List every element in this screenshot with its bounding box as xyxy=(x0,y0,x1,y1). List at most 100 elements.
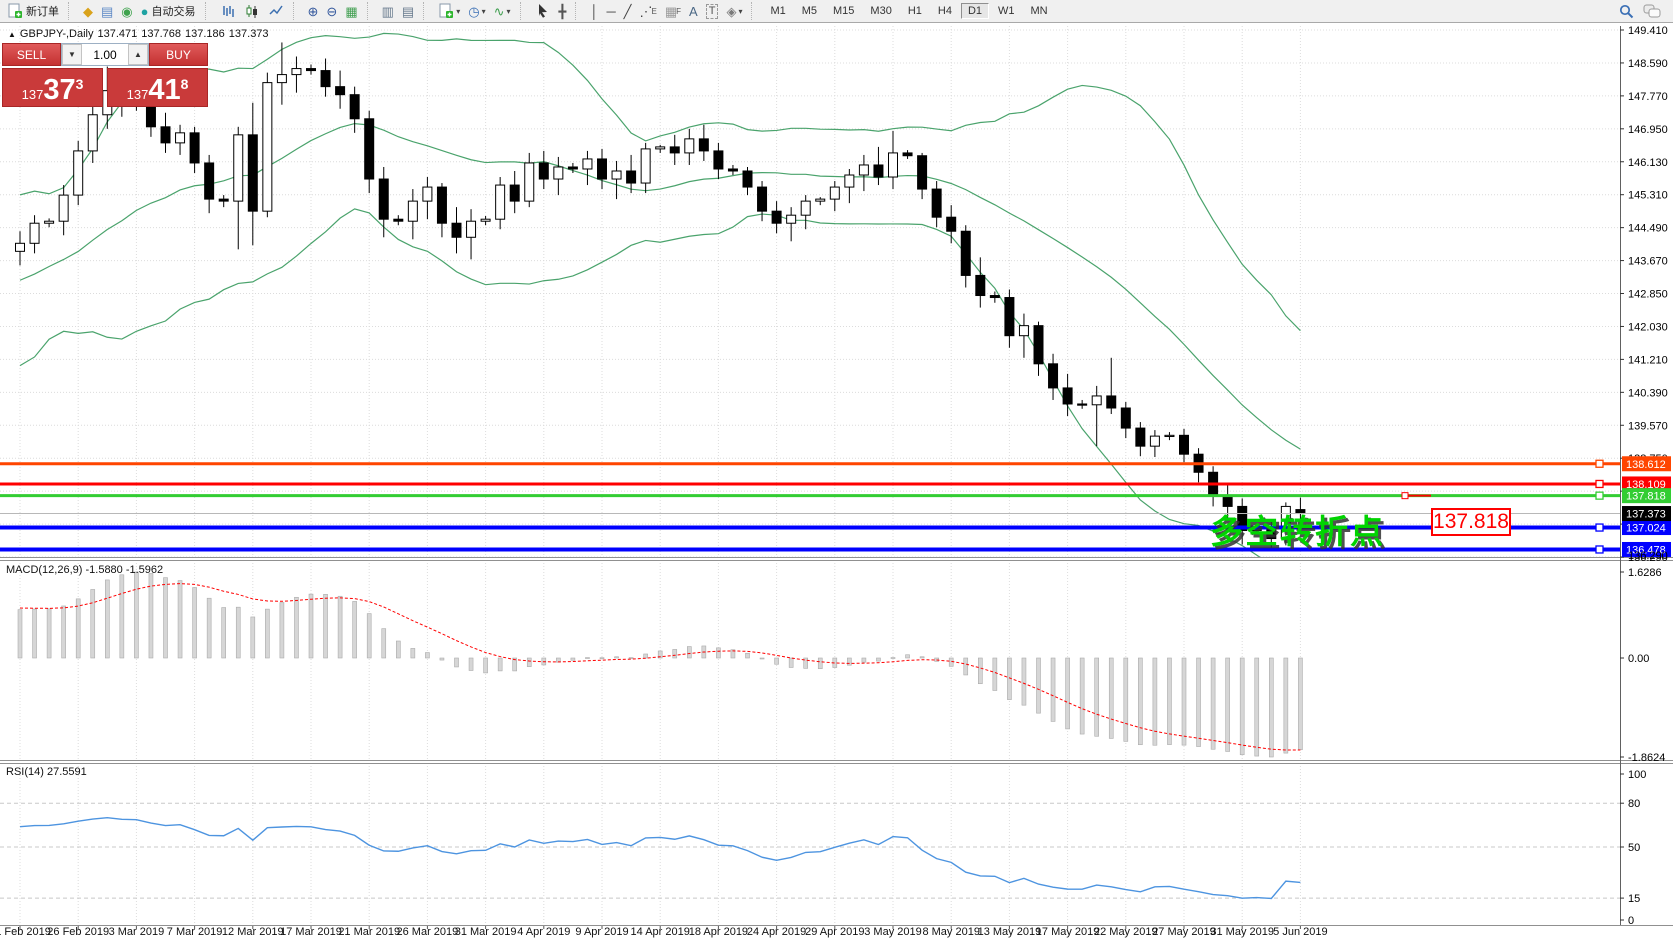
collapse-panel-icon[interactable]: ▲ xyxy=(8,30,16,39)
svg-text:31 May 2019: 31 May 2019 xyxy=(1210,926,1274,938)
timeframe-m30[interactable]: M30 xyxy=(863,3,898,19)
svg-text:142.850: 142.850 xyxy=(1628,289,1668,301)
svg-text:18 Apr 2019: 18 Apr 2019 xyxy=(689,926,748,938)
buy-button[interactable]: BUY xyxy=(149,43,208,66)
svg-text:29 Apr 2019: 29 Apr 2019 xyxy=(805,926,864,938)
svg-text:26 Mar 2019: 26 Mar 2019 xyxy=(397,926,459,938)
svg-text:137.024: 137.024 xyxy=(1626,523,1666,535)
mt4-window: 新订单◆▤◉●自动交易⊕⊖▦▥▤▾◷▾∿▾╋│─╱⋰E▦FAT◈▾M1M5M15… xyxy=(0,0,1673,945)
svg-text:144.490: 144.490 xyxy=(1628,223,1668,235)
svg-text:17 Mar 2019: 17 Mar 2019 xyxy=(280,926,342,938)
toolbar: 新订单◆▤◉●自动交易⊕⊖▦▥▤▾◷▾∿▾╋│─╱⋰E▦FAT◈▾M1M5M15… xyxy=(0,0,1673,23)
charts-basket-icon[interactable]: ◆ xyxy=(79,0,97,22)
fibonacci-tool[interactable]: ⋰E xyxy=(636,0,661,22)
toolbar-separator xyxy=(68,2,74,20)
new-chart-dropdown[interactable]: ▾ xyxy=(434,0,464,22)
new-order-button[interactable]: 新订单 xyxy=(3,0,63,22)
signals-icon[interactable]: ◉ xyxy=(117,0,136,22)
crosshair-tool[interactable]: ╋ xyxy=(555,0,571,22)
svg-text:3 May 2019: 3 May 2019 xyxy=(864,926,921,938)
toolbar-group: 新订单 xyxy=(0,0,66,22)
price-callout-object[interactable]: 137.818 xyxy=(1431,508,1511,536)
svg-text:27 May 2019: 27 May 2019 xyxy=(1152,926,1216,938)
svg-text:80: 80 xyxy=(1628,798,1640,810)
toolbar-separator xyxy=(367,2,373,20)
grid-tool[interactable]: ▦F xyxy=(661,0,685,22)
svg-text:1.6286: 1.6286 xyxy=(1628,567,1662,579)
indicators-dropdown[interactable]: ∿▾ xyxy=(490,0,515,22)
cursor-tool[interactable] xyxy=(531,0,555,22)
timeframe-m5[interactable]: M5 xyxy=(795,3,824,19)
toolbar-separator xyxy=(520,2,526,20)
svg-text:9 Apr 2019: 9 Apr 2019 xyxy=(575,926,628,938)
svg-text:31 Mar 2019: 31 Mar 2019 xyxy=(455,926,517,938)
hline-tool[interactable]: ─ xyxy=(602,0,619,22)
svg-text:148.590: 148.590 xyxy=(1628,58,1668,70)
search-icon[interactable] xyxy=(1614,0,1639,22)
trendline-tool[interactable]: ╱ xyxy=(620,0,636,22)
zoom-in-icon[interactable]: ⊕ xyxy=(304,0,323,22)
svg-text:22 May 2019: 22 May 2019 xyxy=(1094,926,1158,938)
text-tool[interactable]: A xyxy=(685,0,702,22)
timeframe-h1[interactable]: H1 xyxy=(901,3,929,19)
svg-text:17 May 2019: 17 May 2019 xyxy=(1036,926,1100,938)
svg-text:137.818: 137.818 xyxy=(1626,491,1666,503)
svg-text:140.390: 140.390 xyxy=(1628,387,1668,399)
sell-price-prefix: 137 xyxy=(22,87,44,102)
sell-button[interactable]: SELL xyxy=(2,43,61,66)
arrange-charts-icon[interactable]: ▥ xyxy=(378,0,398,22)
timeframe-m15[interactable]: M15 xyxy=(826,3,861,19)
candlestick-chart-icon[interactable] xyxy=(240,0,264,22)
svg-text:141.210: 141.210 xyxy=(1628,354,1668,366)
annotation-text-object[interactable]: 多空转折点 xyxy=(1210,505,1385,553)
shapes-dropdown[interactable]: ◈▾ xyxy=(722,0,746,22)
bar-chart-icon[interactable] xyxy=(216,0,240,22)
timeframe-d1[interactable]: D1 xyxy=(961,3,989,19)
svg-text:143.670: 143.670 xyxy=(1628,256,1668,268)
svg-text:21 Mar 2019: 21 Mar 2019 xyxy=(338,926,400,938)
volume-up-button[interactable]: ▲ xyxy=(128,44,148,65)
zoom-out-icon[interactable]: ⊖ xyxy=(322,0,341,22)
profiles-icon[interactable]: ▤ xyxy=(97,0,117,22)
timeframe-m1[interactable]: M1 xyxy=(763,3,792,19)
svg-text:146.950: 146.950 xyxy=(1628,124,1668,136)
svg-text:0.00: 0.00 xyxy=(1628,653,1649,665)
timeframe-w1[interactable]: W1 xyxy=(991,3,1022,19)
tile-windows-icon[interactable]: ▦ xyxy=(341,0,361,22)
svg-text:-1.8624: -1.8624 xyxy=(1628,752,1665,764)
toolbar-group: ╋ xyxy=(528,0,574,22)
toolbar-group: ⊕⊖▦ xyxy=(301,0,365,22)
vline-tool[interactable]: │ xyxy=(586,0,602,22)
svg-text:3 Mar 2019: 3 Mar 2019 xyxy=(109,926,165,938)
price-chart[interactable]: 149.410148.590147.770146.950146.130145.3… xyxy=(0,22,1673,945)
volume-input[interactable] xyxy=(82,44,128,65)
timeframe-mn[interactable]: MN xyxy=(1024,3,1055,19)
svg-text:21 Feb 2019: 21 Feb 2019 xyxy=(0,926,51,938)
volume-down-button[interactable]: ▼ xyxy=(62,44,82,65)
macd-label: MACD(12,26,9) -1.5880 -1.5962 xyxy=(6,564,163,576)
label-tool[interactable]: T xyxy=(702,0,723,22)
svg-text:147.770: 147.770 xyxy=(1628,91,1668,103)
svg-text:13 May 2019: 13 May 2019 xyxy=(978,926,1042,938)
period-dropdown[interactable]: ◷▾ xyxy=(464,0,489,22)
cascade-charts-icon[interactable]: ▤ xyxy=(398,0,418,22)
volume-stepper: ▼ ▲ xyxy=(61,43,149,66)
timeframe-group: M1M5M15M30H1H4D1W1MN xyxy=(759,0,1058,22)
svg-text:145.310: 145.310 xyxy=(1628,190,1668,202)
timeframe-h4[interactable]: H4 xyxy=(931,3,959,19)
svg-text:5 Jun 2019: 5 Jun 2019 xyxy=(1273,926,1327,938)
chart-area[interactable]: 149.410148.590147.770146.950146.130145.3… xyxy=(0,22,1673,945)
svg-text:136.290: 136.290 xyxy=(1628,550,1668,562)
line-chart-icon[interactable] xyxy=(264,0,288,22)
sell-price-big: 37 xyxy=(43,76,75,105)
autotrade-button[interactable]: ●自动交易 xyxy=(137,0,200,22)
sell-price-box[interactable]: 137373 xyxy=(2,68,103,107)
svg-text:100: 100 xyxy=(1628,769,1646,781)
community-icon[interactable] xyxy=(1639,0,1665,22)
svg-text:139.570: 139.570 xyxy=(1628,420,1668,432)
buy-price-box[interactable]: 137418 xyxy=(107,68,208,107)
svg-text:137.373: 137.373 xyxy=(1626,509,1666,521)
toolbar-group: │─╱⋰E▦FAT◈▾ xyxy=(583,0,749,22)
symbol-period: GBPJPY-,Daily xyxy=(20,28,94,40)
svg-text:142.030: 142.030 xyxy=(1628,321,1668,333)
